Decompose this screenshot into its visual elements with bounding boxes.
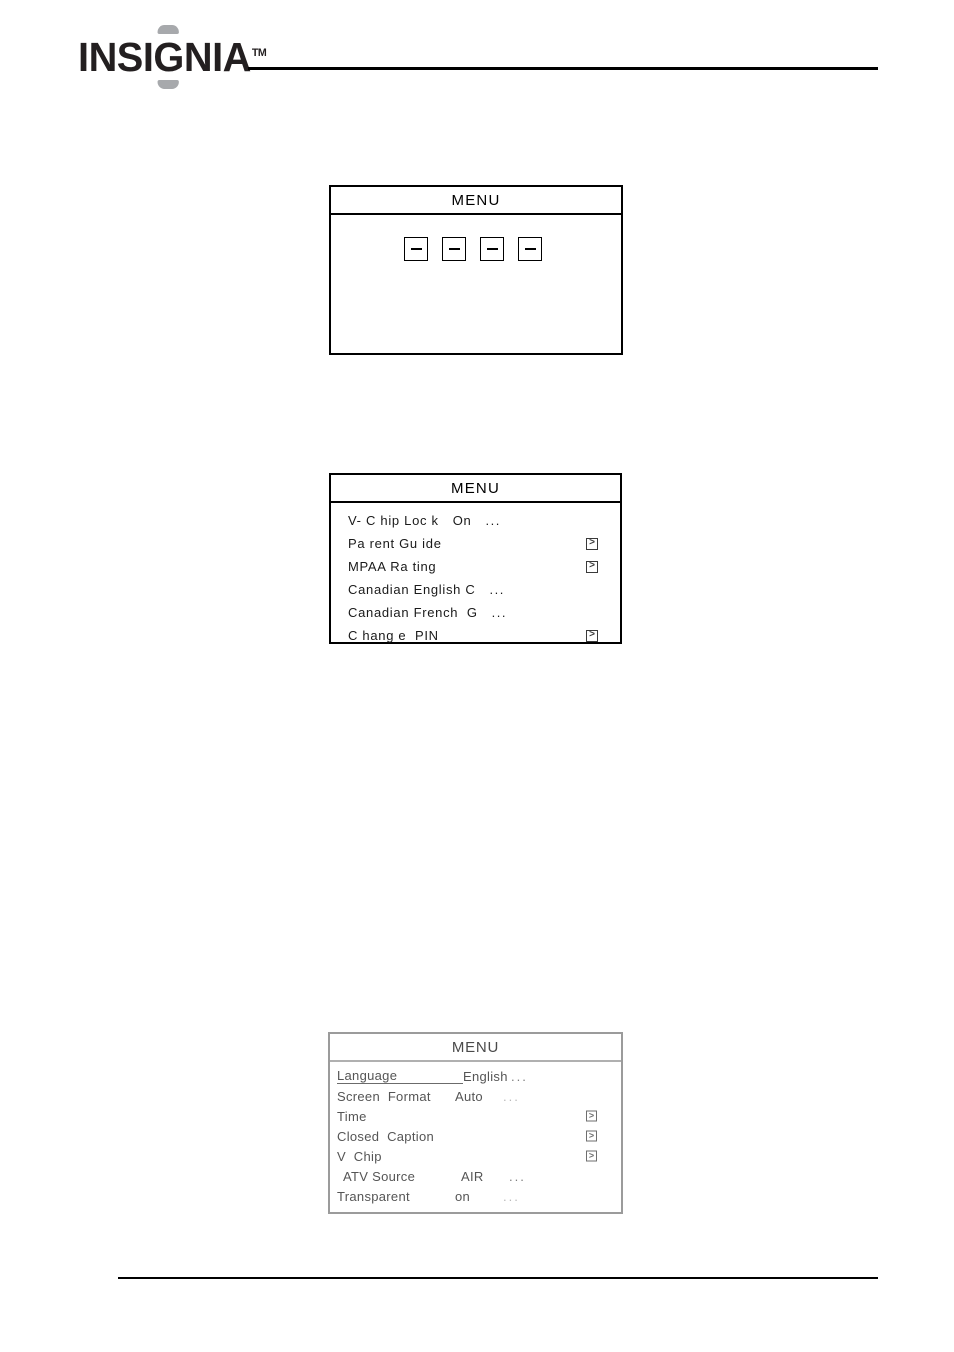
dash-icon [486, 248, 498, 250]
menu-item-label: Canadian French G [348, 605, 478, 620]
menu-item-label: Transparent [337, 1188, 410, 1204]
chevron-right-icon[interactable]: > [586, 536, 598, 550]
page-header: INSI G NIATM [0, 0, 954, 100]
menu-item-value: English [463, 1068, 508, 1084]
tab-icon-4[interactable] [518, 237, 542, 261]
osd-menu-setup-body: Language English ... Screen Format Auto … [330, 1062, 621, 1208]
insignia-logo: INSI G NIATM [78, 25, 272, 89]
menu-item-ellipsis: ... [503, 1088, 520, 1104]
osd-menu-top-body [331, 215, 621, 371]
menu-item-ellipsis: ... [503, 1188, 520, 1204]
chevron-glyph: > [589, 536, 595, 548]
menu-item-mpaa-rating[interactable]: MPAA Ra ting > [331, 555, 620, 578]
menu-item-ellipsis: ... [485, 513, 501, 528]
menu-item-parent-guide[interactable]: Pa rent Gu ide > [331, 532, 620, 555]
menu-item-label: Language [337, 1068, 463, 1084]
menu-item-label: ATV Source [343, 1168, 416, 1184]
osd-menu-vchip-title: MENU [331, 475, 620, 503]
dash-icon [448, 248, 460, 250]
chevron-glyph: > [588, 1150, 595, 1161]
menu-item-value: Auto [455, 1088, 483, 1104]
menu-item-label: MPAA Ra ting [348, 559, 437, 574]
menu-item-ellipsis: ... [511, 1068, 528, 1084]
logo-g-glyph: G [153, 34, 184, 80]
trademark-symbol: TM [251, 47, 267, 60]
osd-tab-icon-row [331, 237, 621, 261]
logo-text-part2: NIA [183, 34, 252, 80]
chevron-glyph: > [588, 1110, 595, 1121]
menu-item-label: Screen Format [337, 1088, 431, 1104]
chevron-right-icon[interactable]: > [586, 1130, 597, 1142]
dash-icon [410, 248, 422, 250]
menu-item-ellipsis: ... [491, 605, 508, 620]
chevron-glyph: > [589, 559, 595, 571]
osd-menu-setup: MENU Language English ... Screen Format … [328, 1032, 623, 1214]
menu-item-label: C hang e PIN [348, 628, 439, 643]
logo-text-part1: INSI [78, 34, 154, 80]
menu-item-change-pin[interactable]: C hang e PIN > [331, 624, 620, 647]
osd-menu-setup-title: MENU [330, 1034, 621, 1062]
osd-menu-vchip: MENU V- C hip Loc k On ... Pa rent Gu id… [329, 473, 622, 644]
menu-item-label: Time [337, 1108, 367, 1124]
menu-item-time[interactable]: Time > [330, 1106, 621, 1126]
tab-icon-2[interactable] [442, 237, 466, 261]
chevron-right-icon[interactable]: > [586, 559, 598, 573]
menu-item-label: V- C hip Loc k [348, 513, 439, 528]
menu-item-atv-source[interactable]: ATV Source AIR ... [330, 1166, 621, 1186]
osd-menu-vchip-body: V- C hip Loc k On ... Pa rent Gu ide > M… [331, 503, 620, 651]
chevron-right-icon[interactable]: > [586, 628, 598, 642]
footer-divider-rule [118, 1277, 878, 1279]
menu-item-canadian-french[interactable]: Canadian French G ... [331, 601, 620, 624]
menu-item-value: on [455, 1188, 471, 1204]
menu-item-label: Pa rent Gu ide [348, 536, 442, 551]
menu-item-language[interactable]: Language English ... [330, 1066, 621, 1086]
menu-item-ellipsis: ... [509, 1168, 526, 1184]
chevron-glyph: > [588, 1130, 595, 1141]
logo-arc-bottom-icon [157, 80, 180, 89]
menu-item-label: Closed Caption [337, 1128, 434, 1144]
menu-item-transparent[interactable]: Transparent on ... [330, 1186, 621, 1206]
dash-icon [524, 248, 536, 250]
menu-item-v-chip[interactable]: V Chip > [330, 1146, 621, 1166]
menu-item-v-chip-lock[interactable]: V- C hip Loc k On ... [331, 509, 620, 532]
menu-item-screen-format[interactable]: Screen Format Auto ... [330, 1086, 621, 1106]
osd-menu-top: MENU [329, 185, 623, 355]
chevron-glyph: > [589, 628, 595, 640]
header-divider-rule [248, 67, 878, 70]
menu-item-ellipsis: ... [489, 582, 505, 597]
chevron-right-icon[interactable]: > [586, 1150, 597, 1162]
menu-item-value: AIR [461, 1168, 484, 1184]
menu-item-value: On [452, 513, 472, 528]
chevron-right-icon[interactable]: > [586, 1110, 597, 1122]
logo-arc-top-icon [157, 25, 180, 34]
menu-item-canadian-english[interactable]: Canadian English C ... [331, 578, 620, 601]
tab-icon-3[interactable] [480, 237, 504, 261]
logo-letter-g: G [153, 25, 184, 89]
menu-item-label: V Chip [337, 1148, 382, 1164]
menu-item-closed-caption[interactable]: Closed Caption > [330, 1126, 621, 1146]
menu-item-label: Canadian English C [348, 582, 476, 597]
osd-menu-top-title: MENU [331, 187, 621, 215]
logo-wordmark: INSI G NIATM [78, 25, 267, 89]
tab-icon-1[interactable] [404, 237, 428, 261]
